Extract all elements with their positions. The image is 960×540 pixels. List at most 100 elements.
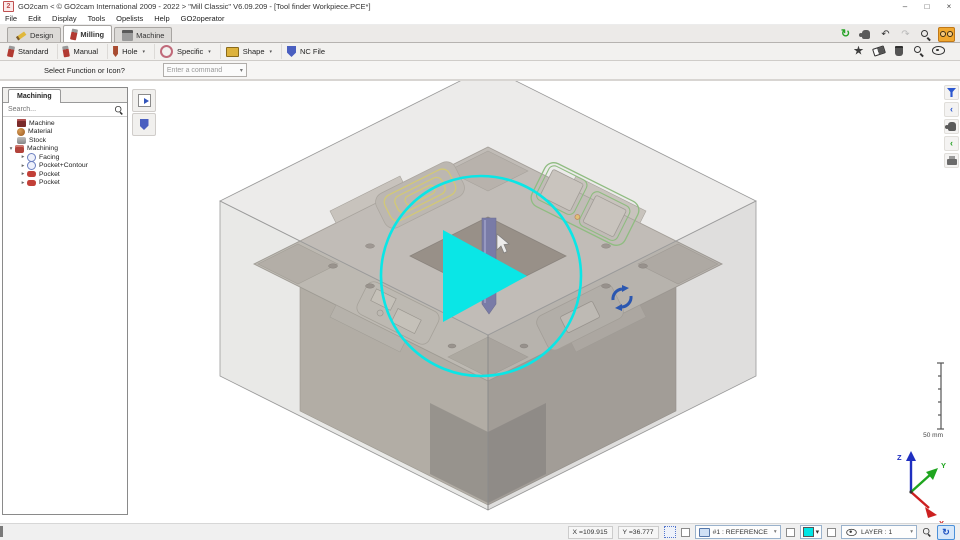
expander-icon[interactable]: ▸ (19, 163, 27, 169)
hole-dropdown-arrow[interactable]: ▾ (143, 49, 146, 55)
machining-toolbar: Standard Manual Hole ▾ Specific ▾ Shape … (0, 43, 960, 61)
monitor-icon (699, 528, 710, 537)
operation-preview-button[interactable] (132, 89, 156, 112)
shape-button[interactable]: Shape ▾ (221, 44, 282, 59)
menu-go2operator[interactable]: GO2operator (181, 14, 225, 23)
search-input[interactable] (6, 105, 114, 114)
expander-icon[interactable]: ▸ (19, 171, 27, 177)
command-combobox[interactable]: Enter a command ▾ (163, 63, 247, 77)
shape-dropdown-arrow[interactable]: ▾ (269, 49, 272, 55)
x-coordinate: X =109.915 (568, 526, 613, 539)
scale-label: 50 mm (923, 432, 943, 439)
preview-icon (138, 94, 151, 107)
regen-icon[interactable]: ↻ (838, 28, 853, 41)
grab-hand-icon[interactable] (944, 119, 959, 134)
menu-file[interactable]: File (5, 14, 17, 23)
nc-file-button[interactable]: NC File (282, 44, 334, 59)
tree-item-pocket-contour[interactable]: ▸ Pocket+Contour (3, 162, 127, 171)
zoom-extents-icon[interactable] (923, 528, 931, 536)
hole-icon (113, 46, 118, 57)
layer-select[interactable]: LAYER : 1 ▾ (841, 525, 917, 539)
machine-tree-icon (17, 119, 26, 127)
command-bar: Select Function or Icon? Enter a command… (0, 61, 960, 81)
chevron-down-icon[interactable]: ▾ (240, 67, 243, 74)
main-content: 50 mm Z Y X Machining (0, 81, 960, 523)
specific-dropdown-arrow[interactable]: ▾ (208, 49, 211, 55)
command-placeholder: Enter a command (167, 67, 222, 74)
standard-button[interactable]: Standard (3, 44, 58, 59)
menu-help[interactable]: Help (154, 14, 169, 23)
clear-toolpath-icon[interactable] (891, 44, 906, 57)
tab-design[interactable]: Design (7, 27, 61, 42)
tab-machine[interactable]: Machine (114, 27, 172, 42)
chevron-down-icon[interactable]: ▾ (774, 529, 777, 535)
menu-display[interactable]: Display (52, 14, 77, 23)
tree-label: Pocket (39, 179, 60, 186)
app-logo-icon: 2 (3, 1, 14, 12)
expander-icon[interactable]: ▸ (19, 154, 27, 160)
reference-select[interactable]: #1 : REFERENCE ▾ (695, 525, 781, 539)
tab-milling[interactable]: Milling (63, 25, 112, 42)
reference-checkbox[interactable] (681, 528, 690, 537)
zoom-icon[interactable] (918, 28, 933, 41)
undo-icon[interactable]: ↶ (878, 28, 893, 41)
chevron-down-icon[interactable]: ▾ (910, 529, 913, 535)
tree-item-pocket-2[interactable]: ▸ Pocket (3, 179, 127, 188)
collapse-blue-icon[interactable]: ‹ (944, 102, 959, 117)
window-title: GO2cam < © GO2cam International 2009 - 2… (18, 2, 371, 11)
menu-opelists[interactable]: Opelists (116, 14, 143, 23)
tab-machining-panel[interactable]: Machining (8, 89, 61, 103)
menu-edit[interactable]: Edit (28, 14, 41, 23)
tree-label: Machining (27, 145, 58, 152)
glasses-view-icon[interactable] (938, 27, 955, 42)
close-button[interactable]: × (938, 0, 960, 13)
zoom-window-icon[interactable] (911, 44, 926, 57)
tree-label: Stock (29, 137, 46, 144)
tree-item-machining[interactable]: ▾ Machining (3, 145, 127, 154)
hole-button[interactable]: Hole ▾ (108, 44, 155, 59)
pan-hand-icon[interactable] (858, 28, 873, 41)
color-swatch[interactable] (803, 527, 814, 537)
manual-button[interactable]: Manual (58, 44, 108, 59)
material-icon (17, 128, 25, 136)
tree-item-stock[interactable]: Stock (3, 136, 127, 145)
minimize-button[interactable]: – (894, 0, 916, 13)
simulation-icon[interactable] (851, 44, 866, 57)
regenerate-button[interactable]: ↻ (937, 525, 955, 540)
viewport-3d[interactable]: 50 mm Z Y X (128, 81, 960, 529)
tree-label: Pocket+Contour (39, 162, 88, 169)
redo-icon[interactable]: ↷ (898, 28, 913, 41)
tool-display-button[interactable] (132, 113, 156, 136)
pocket-icon (27, 180, 37, 186)
maximize-button[interactable]: □ (916, 0, 938, 13)
tree-item-material[interactable]: Material (3, 128, 127, 137)
layer-checkbox[interactable] (827, 528, 836, 537)
print-icon[interactable] (944, 153, 959, 168)
eraser-icon[interactable] (871, 44, 886, 57)
color-checkbox[interactable] (786, 528, 795, 537)
tree-item-machine[interactable]: Machine (3, 119, 127, 128)
color-picker[interactable]: ▾ (800, 525, 822, 539)
standard-icon (7, 45, 15, 57)
expander-icon[interactable]: ▸ (19, 180, 27, 186)
specific-button[interactable]: Specific ▾ (155, 44, 221, 59)
grid-snap-icon[interactable] (664, 526, 676, 538)
tree-item-facing[interactable]: ▸ Facing (3, 153, 127, 162)
y-coordinate: Y =36.777 (618, 526, 659, 539)
pocket-icon (27, 171, 37, 177)
menu-tools[interactable]: Tools (88, 14, 106, 23)
chevron-down-icon[interactable]: ▾ (816, 528, 819, 536)
filter-icon[interactable] (944, 85, 959, 100)
collapse-green-icon[interactable]: ‹ (944, 136, 959, 151)
tree-item-pocket-1[interactable]: ▸ Pocket (3, 170, 127, 179)
manual-label: Manual (73, 47, 98, 56)
shape-label: Shape (243, 47, 265, 56)
visibility-icon[interactable] (931, 44, 946, 57)
view-toolbar-bottom (851, 44, 946, 57)
expander-icon[interactable]: ▾ (7, 146, 15, 152)
manual-icon (63, 46, 71, 58)
eye-icon (846, 529, 856, 536)
search-icon[interactable] (115, 106, 123, 114)
machining-tree: Machine Material Stock ▾ Machining ▸ (3, 117, 127, 514)
tree-label: Machine (29, 120, 55, 127)
